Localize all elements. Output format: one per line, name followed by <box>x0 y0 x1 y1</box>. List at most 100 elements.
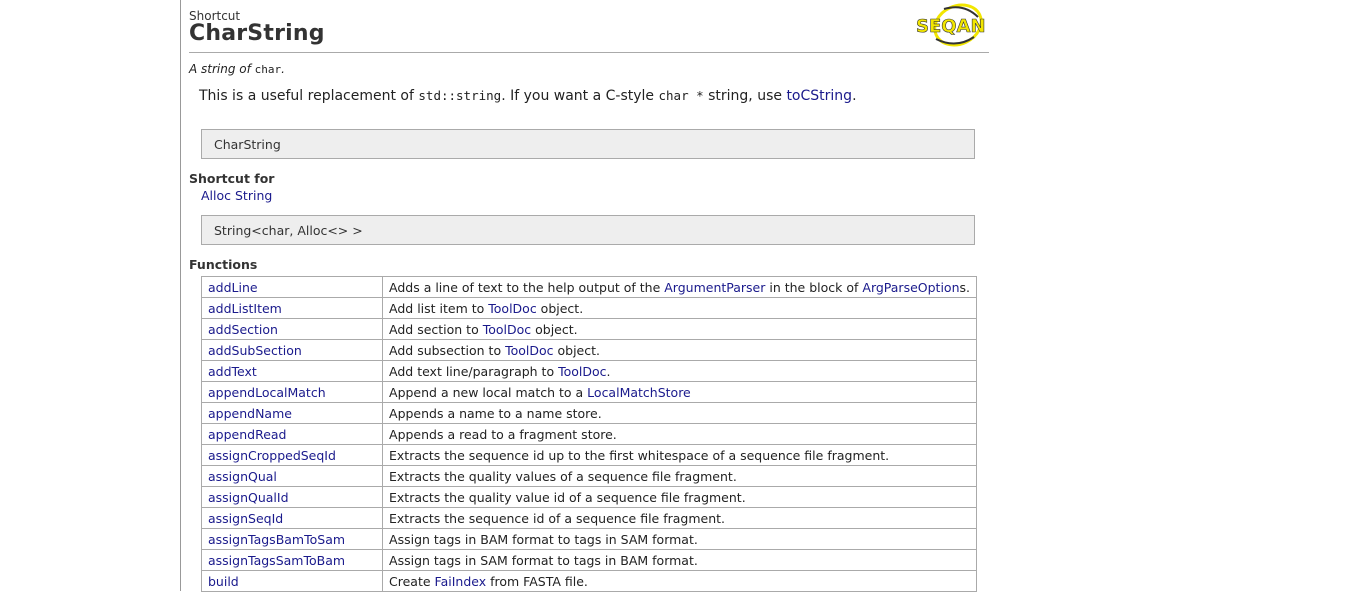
description-text: Create <box>389 573 435 589</box>
description-text: Assign tags in SAM format to tags in BAM… <box>389 552 698 568</box>
type-link[interactable]: ArgumentParser <box>664 280 765 295</box>
function-name-cell: addText <box>200 360 384 382</box>
function-name-cell: assignSeqId <box>200 507 384 529</box>
table-row: assignTagsSamToBam Assign tags in SAM for… <box>200 549 977 571</box>
function-link[interactable]: build <box>208 574 239 589</box>
description-text: Extracts the sequence id of a sequence f… <box>389 510 726 526</box>
function-description-cell: Extracts the quality values of a sequenc… <box>382 465 977 487</box>
table-row: assignTagsBamToSam Assign tags in BAM for… <box>200 528 977 550</box>
type-link[interactable]: ToolDoc <box>483 322 531 337</box>
description-text: from FASTA file. <box>486 573 588 589</box>
function-name-cell: assignQual <box>200 465 384 487</box>
table-row: addSection Add section to ToolDoc object. <box>200 318 977 340</box>
desc-code-1: std::string <box>418 88 502 103</box>
function-description-cell: Extracts the sequence id up to the first… <box>382 444 977 466</box>
table-row: assignQualId Extracts the quality value i… <box>200 486 977 508</box>
description-text: Extracts the quality value id of a seque… <box>389 489 746 505</box>
description-text: Extracts the sequence id up to the first… <box>389 447 890 463</box>
type-link[interactable]: ToolDoc <box>558 364 606 379</box>
brief-description: A string of char. <box>189 62 285 76</box>
function-name-cell: assignTagsSamToBam <box>200 549 384 571</box>
functions-table: addLine Adds a line of text to the help o… <box>200 276 977 592</box>
function-link[interactable]: assignTagsSamToBam <box>208 553 345 568</box>
table-row: addListItem Add list item to ToolDoc obje… <box>200 297 977 319</box>
table-row: appendName Appends a name to a name store… <box>200 402 977 424</box>
function-name-cell: addSubSection <box>200 339 384 361</box>
table-row: appendLocalMatch Append a new local match… <box>200 381 977 403</box>
function-link[interactable]: addText <box>208 364 257 379</box>
type-link[interactable]: ArgParseOption <box>862 280 959 295</box>
function-name-cell: assignQualId <box>200 486 384 508</box>
type-link[interactable]: LocalMatchStore <box>587 385 691 400</box>
table-row: build Create FaiIndex from FASTA file. <box>200 570 977 592</box>
table-row: assignQual Extracts the quality values of… <box>200 465 977 487</box>
type-link[interactable]: ToolDoc <box>505 343 553 358</box>
function-link[interactable]: assignQual <box>208 469 277 484</box>
function-link[interactable]: addSection <box>208 322 278 337</box>
description-text: in the block of <box>765 279 863 295</box>
table-row: addSubSection Add subsection to ToolDoc o… <box>200 339 977 361</box>
description-text: s. <box>959 279 971 295</box>
function-link[interactable]: appendRead <box>208 427 287 442</box>
description-text: Extracts the quality values of a sequenc… <box>389 468 737 484</box>
function-description-cell: Adds a line of text to the help output o… <box>382 276 977 298</box>
function-link[interactable]: assignCroppedSeqId <box>208 448 336 463</box>
page-header: Shortcut CharString SEQAN <box>189 0 989 53</box>
description-text: Appends a read to a fragment store. <box>389 426 617 442</box>
table-row: appendRead Appends a read to a fragment s… <box>200 423 977 445</box>
description-text: Add list item to <box>389 300 489 316</box>
table-row: addText Add text line/paragraph to ToolDo… <box>200 360 977 382</box>
function-link[interactable]: addSubSection <box>208 343 302 358</box>
function-description-cell: Add subsection to ToolDoc object. <box>382 339 977 361</box>
function-name-cell: appendName <box>200 402 384 424</box>
function-description-cell: Extracts the quality value id of a seque… <box>382 486 977 508</box>
desc-text-4: . <box>852 88 857 104</box>
function-description-cell: Append a new local match to a LocalMatch… <box>382 381 977 403</box>
function-link[interactable]: assignSeqId <box>208 511 283 526</box>
function-link[interactable]: appendName <box>208 406 292 421</box>
tocstring-link[interactable]: toCString <box>786 88 852 104</box>
function-description-cell: Appends a read to a fragment store. <box>382 423 977 445</box>
description-text: . <box>606 363 611 379</box>
function-link[interactable]: assignQualId <box>208 490 289 505</box>
table-row: addLine Adds a line of text to the help o… <box>200 276 977 298</box>
function-description-cell: Add section to ToolDoc object. <box>382 318 977 340</box>
function-name-cell: addListItem <box>200 297 384 319</box>
function-link[interactable]: appendLocalMatch <box>208 385 326 400</box>
function-name-cell: addLine <box>200 276 384 298</box>
function-description-cell: Add list item to ToolDoc object. <box>382 297 977 319</box>
type-link[interactable]: ToolDoc <box>488 301 536 316</box>
main-content: Shortcut CharString SEQAN A string of ch… <box>189 0 989 592</box>
desc-text-2: . If you want a C-style <box>501 88 659 104</box>
shortcut-for-heading: Shortcut for <box>189 171 275 186</box>
description-text: object. <box>531 321 578 337</box>
description-text: object. <box>553 342 600 358</box>
function-description-cell: Create FaiIndex from FASTA file. <box>382 570 977 592</box>
desc-code-2: char * <box>658 88 704 103</box>
svg-text:SEQAN: SEQAN <box>916 16 986 37</box>
function-link[interactable]: addListItem <box>208 301 282 316</box>
brief-suffix: . <box>281 62 285 76</box>
alloc-string-link[interactable]: Alloc String <box>201 188 272 203</box>
table-row: assignCroppedSeqId Extracts the sequence … <box>200 444 977 466</box>
function-name-cell: addSection <box>200 318 384 340</box>
table-row: assignSeqId Extracts the sequence id of a… <box>200 507 977 529</box>
function-name-cell: appendLocalMatch <box>200 381 384 403</box>
function-link[interactable]: assignTagsBamToSam <box>208 532 345 547</box>
brief-text: A string of <box>189 62 255 76</box>
signature-box: CharString <box>201 129 975 159</box>
function-description-cell: Extracts the sequence id of a sequence f… <box>382 507 977 529</box>
functions-heading: Functions <box>189 257 258 272</box>
type-link[interactable]: FaiIndex <box>435 574 487 589</box>
function-description-cell: Assign tags in SAM format to tags in BAM… <box>382 549 977 571</box>
function-description-cell: Appends a name to a name store. <box>382 402 977 424</box>
seqan-logo[interactable]: SEQAN <box>914 3 986 47</box>
description-text: Add section to <box>389 321 483 337</box>
page-title: CharString <box>189 21 325 46</box>
description-text: Adds a line of text to the help output o… <box>389 279 665 295</box>
desc-text-3: string, use <box>703 88 787 104</box>
function-link[interactable]: addLine <box>208 280 258 295</box>
description-text: object. <box>536 300 584 316</box>
function-name-cell: assignTagsBamToSam <box>200 528 384 550</box>
function-name-cell: build <box>200 570 384 592</box>
